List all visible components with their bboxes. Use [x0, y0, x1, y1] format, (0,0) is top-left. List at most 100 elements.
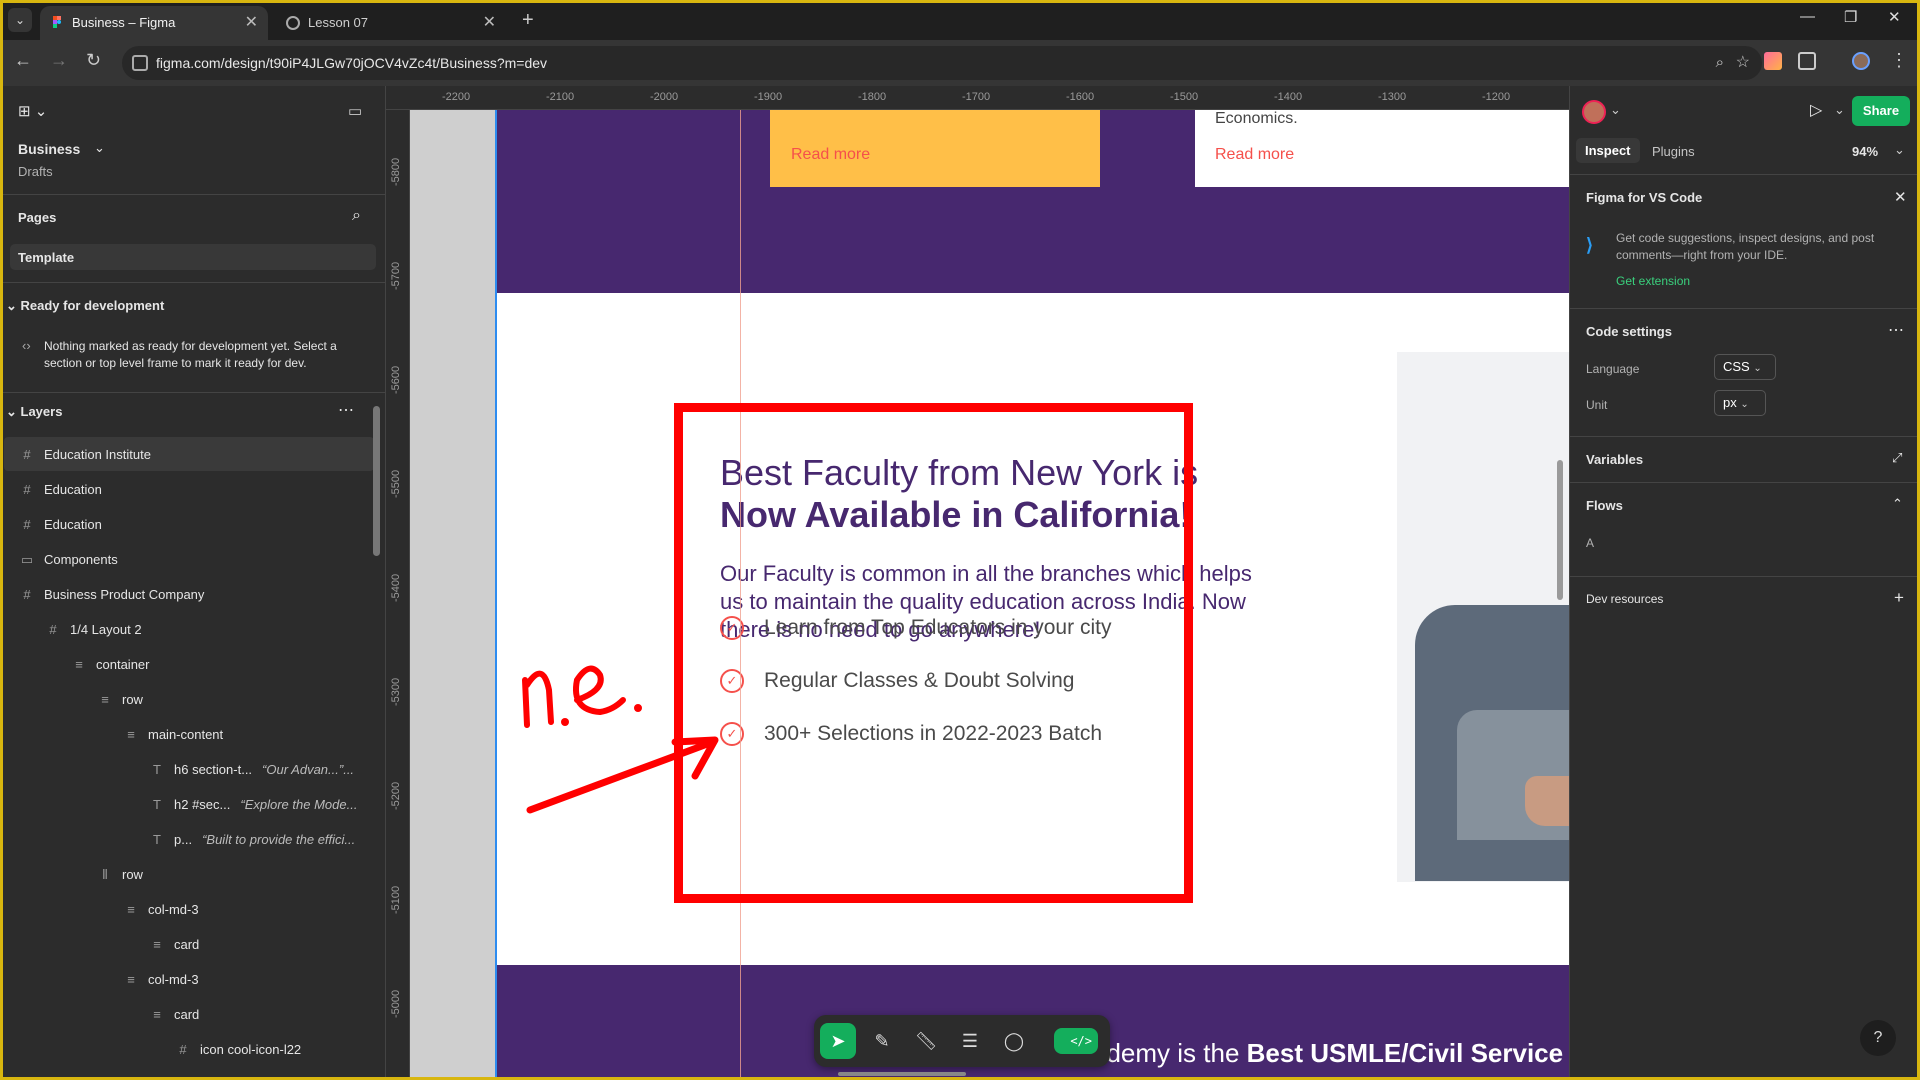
tab-figma[interactable]: Business – Figma ✕: [40, 6, 268, 40]
layer-item[interactable]: ≡ card: [148, 927, 199, 962]
browser-toolbar: ← → ↻ figma.com/design/t90iP4JLGw70jOCV4…: [0, 40, 1920, 86]
browser-menu-icon[interactable]: ⋮: [1890, 50, 1908, 71]
layer-item[interactable]: # Education: [18, 472, 102, 507]
layer-item[interactable]: # icon cool-icon-l22: [174, 1032, 301, 1067]
unit-select[interactable]: px ⌄: [1714, 390, 1766, 416]
search-icon[interactable]: ⌕: [352, 207, 361, 225]
file-name[interactable]: Business: [18, 141, 80, 157]
layer-item[interactable]: # Business Product Company: [18, 577, 204, 612]
layer-item[interactable]: # Education Institute: [18, 437, 151, 472]
zoom-icon[interactable]: ⌕: [1716, 46, 1724, 80]
frame-icon: #: [49, 622, 57, 637]
measure-icon[interactable]: 📏︎: [908, 1023, 944, 1059]
layer-item[interactable]: ≡ container: [70, 647, 149, 682]
close-tab-icon[interactable]: ✕: [483, 6, 496, 40]
layer-item[interactable]: #1/4 Layout 2: [44, 612, 141, 647]
chevron-down-icon[interactable]: ⌄: [1834, 102, 1845, 118]
flow-item[interactable]: A: [1586, 536, 1594, 550]
layer-label: row: [122, 692, 143, 707]
site-settings-icon[interactable]: [132, 55, 148, 71]
language-select[interactable]: CSS ⌄: [1714, 354, 1776, 380]
ruler-tick-label: -5700: [390, 261, 402, 290]
layer-item[interactable]: ≡ row: [96, 682, 143, 717]
autolayout-icon: ≡: [153, 937, 161, 952]
extension-icon[interactable]: [1764, 52, 1782, 70]
ruler-tick-label: -1300: [1378, 91, 1407, 103]
layer-label: Components: [44, 552, 118, 567]
ruler-tick-label: -1700: [962, 91, 991, 103]
read-more-link[interactable]: Read more: [1215, 146, 1294, 164]
forward-icon[interactable]: →: [50, 50, 68, 71]
layer-label: row: [122, 867, 143, 882]
help-button[interactable]: ?: [1860, 1020, 1896, 1056]
back-icon[interactable]: ←: [14, 50, 32, 71]
bookmark-star-icon[interactable]: ☆: [1736, 46, 1750, 80]
layer-item[interactable]: Th6 section-t... “Our Advan...”...: [148, 752, 354, 787]
frame-education-institute[interactable]: Read more Economics. Read more Best Facu…: [495, 110, 1569, 1080]
expand-icon[interactable]: ⤢: [1892, 450, 1902, 466]
read-more-link[interactable]: Read more: [791, 146, 870, 164]
layer-item[interactable]: Tp... “Built to provide the effici...: [148, 822, 355, 857]
layer-item[interactable]: ≡ main-content: [122, 717, 223, 752]
annotate-icon[interactable]: ☰: [952, 1023, 988, 1059]
dev-mode-toggle[interactable]: </>: [1054, 1028, 1098, 1054]
tab-plugins[interactable]: Plugins: [1652, 144, 1695, 159]
comment-icon[interactable]: ◯: [996, 1023, 1032, 1059]
more-options-icon[interactable]: ⋯: [338, 400, 354, 420]
tab-lesson[interactable]: Lesson 07 ✕: [276, 6, 506, 40]
layer-item[interactable]: ≡ card: [148, 997, 199, 1032]
canvas-scrollbar[interactable]: [1557, 460, 1563, 600]
more-options-icon[interactable]: ⋯: [1888, 320, 1904, 340]
eyedropper-icon[interactable]: ✎: [864, 1023, 900, 1059]
restore-icon[interactable]: ❐: [1844, 8, 1857, 26]
address-bar[interactable]: figma.com/design/t90iP4JLGw70jOCV4vZc4t/…: [122, 46, 1762, 80]
layer-item[interactable]: ≡ col-md-3: [122, 962, 198, 997]
add-icon[interactable]: +: [1894, 588, 1904, 608]
close-window-icon[interactable]: ✕: [1888, 8, 1901, 26]
extensions-puzzle-icon[interactable]: [1798, 52, 1816, 70]
design-canvas[interactable]: Read more Economics. Read more Best Facu…: [410, 110, 1569, 1080]
layer-item[interactable]: ▭ Components: [18, 542, 118, 577]
reload-icon[interactable]: ↻: [86, 50, 101, 71]
text-icon: T: [153, 762, 161, 777]
sidebar-toggle-icon[interactable]: ▭: [348, 102, 362, 120]
ruler-tick-label: -1900: [754, 91, 783, 103]
move-tool-icon[interactable]: ➤: [820, 1023, 856, 1059]
ready-for-dev-title[interactable]: ⌄ Ready for development: [6, 298, 164, 314]
layers-scrollbar[interactable]: [373, 406, 380, 556]
present-play-icon[interactable]: ▷: [1810, 100, 1822, 120]
share-button[interactable]: Share: [1852, 96, 1910, 126]
layer-item[interactable]: # Education: [18, 507, 101, 542]
close-tab-icon[interactable]: ✕: [245, 6, 258, 40]
frame-icon: #: [179, 1042, 187, 1057]
minimize-icon[interactable]: —: [1800, 8, 1815, 25]
layer-item[interactable]: ⫴ row: [96, 857, 143, 892]
layer-label: Education: [44, 482, 102, 497]
ruler-tick-label: -5100: [390, 885, 402, 914]
tab-search-dropdown-icon[interactable]: ⌄: [8, 8, 32, 32]
tab-inspect[interactable]: Inspect: [1576, 138, 1640, 163]
close-icon[interactable]: ✕: [1894, 188, 1907, 206]
ruler-tick-label: -1800: [858, 91, 887, 103]
layer-item[interactable]: Th2 #sec... “Explore the Mode...: [148, 787, 357, 822]
course-card-white[interactable]: Economics. Read more: [1195, 110, 1569, 187]
chevron-down-icon[interactable]: ⌄: [1610, 102, 1621, 118]
layer-item[interactable]: ≡ col-md-3: [122, 892, 198, 927]
toolbar-handle[interactable]: [838, 1072, 966, 1076]
new-tab-icon[interactable]: +: [522, 8, 534, 32]
chevron-down-icon[interactable]: ⌄: [94, 140, 105, 156]
chevron-down-icon[interactable]: ⌄: [1894, 142, 1905, 158]
ruler-tick-label: -5300: [390, 677, 402, 706]
variables-title[interactable]: Variables: [1586, 452, 1643, 467]
vscode-description: Get code suggestions, inspect designs, a…: [1616, 231, 1875, 262]
layers-title[interactable]: ⌄ Layers: [6, 404, 62, 420]
avatar[interactable]: [1582, 100, 1606, 124]
zoom-level[interactable]: 94%: [1852, 144, 1878, 159]
vscode-icon: ⟩: [1586, 235, 1594, 255]
course-card-yellow[interactable]: Read more: [770, 110, 1100, 187]
get-extension-link[interactable]: Get extension: [1616, 274, 1690, 288]
vscode-title: Figma for VS Code: [1586, 190, 1703, 205]
figma-main-menu-icon[interactable]: ⊞ ⌄: [18, 102, 47, 120]
profile-avatar[interactable]: [1852, 52, 1870, 70]
collapse-icon[interactable]: ⌃: [1892, 496, 1903, 512]
